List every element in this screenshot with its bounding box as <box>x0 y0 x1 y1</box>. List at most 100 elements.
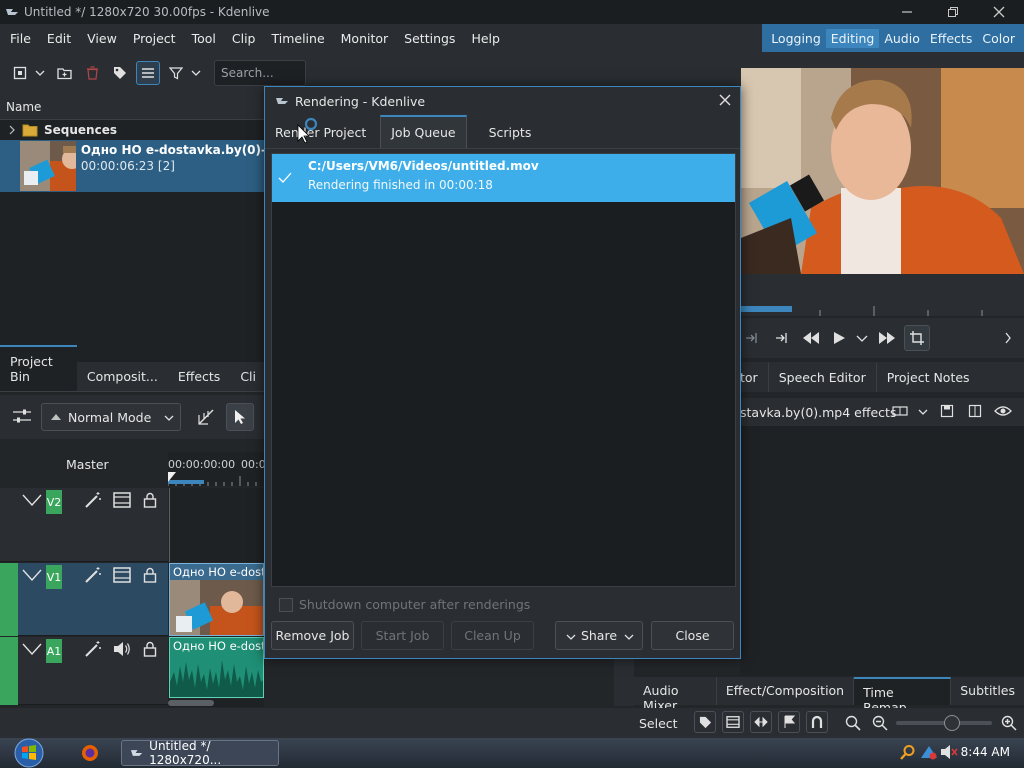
tab-project-bin[interactable]: Project Bin <box>0 345 77 391</box>
set-zone-in-button[interactable] <box>744 331 758 345</box>
more-controls-button[interactable] <box>1004 332 1012 344</box>
layout-audio[interactable]: Audio <box>879 29 925 48</box>
effects-menu-dropdown[interactable] <box>918 407 928 417</box>
track-a1-header[interactable]: A1 <box>0 637 168 705</box>
close-dialog-button[interactable]: Close <box>651 621 734 650</box>
forward-button[interactable] <box>878 331 896 345</box>
delete-clip-button[interactable] <box>80 61 104 85</box>
select-tool-button[interactable] <box>226 403 254 431</box>
add-clip-button[interactable] <box>8 61 32 85</box>
tag-button[interactable] <box>108 61 132 85</box>
menu-file[interactable]: File <box>0 31 39 46</box>
tray-search-icon[interactable] <box>900 744 916 760</box>
tab-speech-editor[interactable]: Speech Editor <box>767 363 876 392</box>
play-options-dropdown[interactable] <box>856 333 868 343</box>
bin-clip-item[interactable]: Одно НО e-dostavka.by(0)- 00:00:06:23 [2… <box>0 140 266 192</box>
add-folder-button[interactable] <box>52 61 76 85</box>
monitor-video-frame[interactable] <box>741 68 1024 274</box>
timeline-ruler[interactable]: 00:00:00:00 00:00 <box>168 452 273 486</box>
save-effect-stack-button[interactable] <box>940 404 954 418</box>
start-button[interactable] <box>8 738 50 768</box>
bin-folder-sequences[interactable]: Sequences <box>0 120 266 140</box>
menu-timeline[interactable]: Timeline <box>263 31 332 46</box>
tab-subtitles[interactable]: Subtitles <box>951 677 1024 705</box>
lock-track-button[interactable] <box>140 490 160 510</box>
start-job-button[interactable]: Start Job <box>361 621 444 650</box>
tab-scripts[interactable]: Scripts <box>471 117 542 148</box>
tab-audio-mixer[interactable]: Audio Mixer <box>634 677 717 713</box>
master-track-label[interactable]: Master <box>0 450 168 480</box>
add-clip-dropdown[interactable] <box>32 61 48 85</box>
menu-help[interactable]: Help <box>463 31 508 46</box>
menu-project[interactable]: Project <box>125 31 184 46</box>
timeline-clip-v1[interactable]: Одно НО e-dosta <box>169 563 264 636</box>
tab-time-remap[interactable]: Time Remap... <box>854 677 952 715</box>
hide-track-button[interactable] <box>112 490 132 510</box>
layout-editing[interactable]: Editing <box>825 28 880 48</box>
edit-mode-select[interactable]: Normal Mode <box>41 403 181 431</box>
track-a1-active-indicator[interactable] <box>0 637 18 705</box>
shutdown-checkbox[interactable] <box>279 597 293 612</box>
monitor-ruler[interactable] <box>740 302 1024 316</box>
job-item-selected[interactable]: C:/Users/VM6/Videos/untitled.mov Renderi… <box>272 154 735 202</box>
menu-clip[interactable]: Clip <box>224 31 264 46</box>
filter-button[interactable] <box>164 61 188 85</box>
kdenlive-taskbar-button[interactable]: Untitled */ 1280x720... <box>121 739 279 767</box>
close-window-button[interactable] <box>976 0 1022 24</box>
track-effects-button[interactable] <box>83 639 103 659</box>
menu-monitor[interactable]: Monitor <box>333 31 397 46</box>
zoom-slider[interactable] <box>896 715 992 731</box>
track-effects-button[interactable] <box>83 490 103 510</box>
bin-search-input[interactable]: Search... <box>214 60 306 86</box>
share-button[interactable]: Share <box>555 621 643 650</box>
rewind-button[interactable] <box>802 331 820 345</box>
clean-up-button[interactable]: Clean Up <box>451 621 534 650</box>
snap-button[interactable] <box>806 711 828 733</box>
menu-edit[interactable]: Edit <box>39 31 79 46</box>
tab-effects[interactable]: Effects <box>168 362 231 391</box>
mute-track-button[interactable] <box>112 639 132 659</box>
timeline-scroll-handle[interactable] <box>168 700 214 706</box>
menu-view[interactable]: View <box>79 31 125 46</box>
menu-tool[interactable]: Tool <box>184 31 224 46</box>
tab-effect-composition[interactable]: Effect/Composition ... <box>717 677 855 713</box>
tab-compositions[interactable]: Composit... <box>77 362 168 391</box>
tab-project-notes[interactable]: Project Notes <box>875 363 980 392</box>
timeline-clip-a1[interactable]: Одно НО e-dosta <box>169 637 264 698</box>
timeline-scrollbar[interactable] <box>168 699 264 707</box>
track-v1-active-indicator[interactable] <box>0 563 18 636</box>
zoom-in-button[interactable] <box>1001 715 1017 731</box>
zoom-out-button[interactable] <box>872 715 888 731</box>
toggle-effects-button[interactable] <box>994 404 1012 418</box>
compare-effects-button[interactable] <box>892 404 908 418</box>
tab-render-project[interactable]: Render Project <box>265 117 376 148</box>
firefox-taskbar-icon[interactable] <box>80 743 100 763</box>
tab-job-queue[interactable]: Job Queue <box>380 115 467 148</box>
layout-logging[interactable]: Logging <box>766 29 826 48</box>
dialog-close-button[interactable] <box>718 93 732 107</box>
play-button[interactable] <box>832 331 846 345</box>
filter-dropdown[interactable] <box>188 61 204 85</box>
minimize-button[interactable] <box>884 0 930 24</box>
show-markers-button[interactable] <box>778 711 800 733</box>
lock-track-button[interactable] <box>140 565 160 585</box>
layout-color[interactable]: Color <box>977 29 1020 48</box>
menu-settings[interactable]: Settings <box>396 31 463 46</box>
tag-toggle-button[interactable] <box>694 711 716 733</box>
track-v2-area[interactable] <box>169 488 264 562</box>
show-thumbnails-button[interactable] <box>722 711 744 733</box>
restore-button[interactable] <box>930 0 976 24</box>
dialog-title-bar[interactable]: Rendering - Kdenlive <box>265 87 740 115</box>
set-zone-out-button[interactable] <box>774 331 788 345</box>
track-v1-header[interactable]: V1 <box>0 563 168 636</box>
track-v2-header[interactable]: V2 <box>0 488 168 562</box>
tray-volume-icon[interactable] <box>940 744 958 760</box>
lock-track-button[interactable] <box>140 639 160 659</box>
track-effects-button[interactable] <box>83 565 103 585</box>
crop-button[interactable] <box>904 325 930 351</box>
list-view-button[interactable] <box>136 61 160 85</box>
show-audio-thumbnails-button[interactable] <box>750 711 772 733</box>
hide-track-button[interactable] <box>112 565 132 585</box>
razor-tool-button[interactable] <box>196 407 216 427</box>
job-queue-list[interactable]: C:/Users/VM6/Videos/untitled.mov Renderi… <box>271 153 736 587</box>
